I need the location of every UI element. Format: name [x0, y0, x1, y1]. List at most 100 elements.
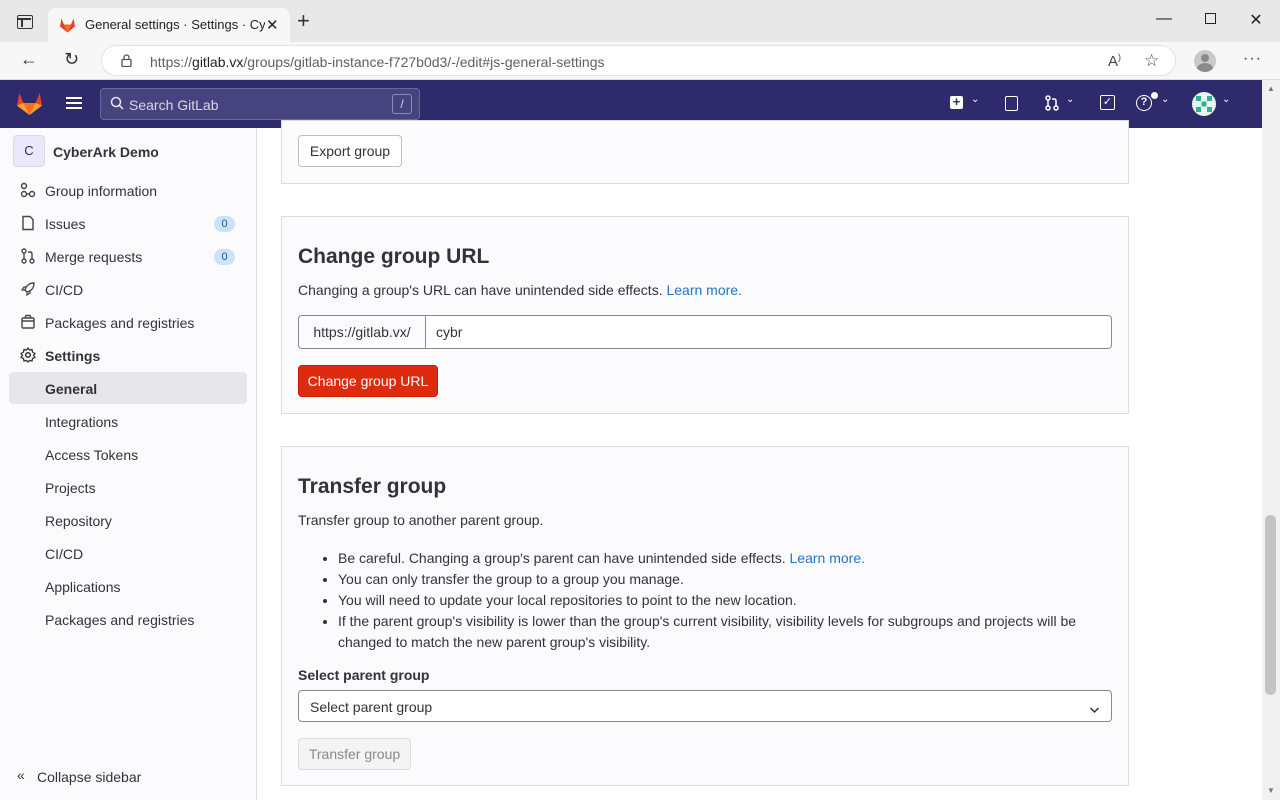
export-group-panel	[281, 120, 1129, 184]
sidebar-item-label: Issues	[45, 216, 86, 232]
sidebar-item-label: CI/CD	[45, 282, 84, 298]
rocket-icon	[20, 281, 36, 297]
new-tab-icon[interactable]: +	[297, 10, 310, 32]
sidebar-subitem-label: CI/CD	[45, 546, 84, 562]
lock-icon[interactable]	[121, 54, 132, 68]
favorites-add-icon[interactable]: ☆	[1144, 51, 1159, 71]
sidebar-item-issues[interactable]: Issues 0	[9, 208, 247, 239]
hamburger-menu-icon[interactable]	[66, 97, 82, 110]
group-path-input[interactable]: cybr	[436, 316, 1106, 348]
chevron-down-icon[interactable]: ⌄	[1066, 94, 1074, 105]
browser-address-bar: ← ↻ https://gitlab.vx/groups/gitlab-inst…	[0, 42, 1280, 80]
change-url-description: Changing a group's URL can have unintend…	[298, 282, 742, 298]
scroll-up-arrow-icon[interactable]: ▲	[1267, 84, 1275, 93]
transfer-group-title: Transfer group	[298, 475, 447, 498]
url-text: https://gitlab.vx/groups/gitlab-instance…	[150, 54, 605, 70]
sidebar-subitem-access-tokens[interactable]: Access Tokens	[9, 439, 247, 470]
browser-menu-icon[interactable]: ···	[1243, 50, 1262, 68]
transfer-group-button[interactable]: Transfer group	[298, 738, 411, 770]
transfer-group-description: Transfer group to another parent group.	[298, 512, 544, 528]
tab-title: General settings · Settings · CyberArk D…	[85, 17, 265, 32]
sidebar-subitem-label: Repository	[45, 513, 112, 529]
back-icon[interactable]: ←	[20, 49, 38, 70]
tab-actions-icon[interactable]	[17, 15, 33, 29]
sidebar-subitem-label: Applications	[45, 579, 121, 595]
sidebar-subitem-label: Packages and registries	[45, 612, 195, 628]
group-url-prefix: https://gitlab.vx/	[299, 316, 426, 348]
help-icon[interactable]: ?	[1136, 95, 1152, 111]
select-parent-group-dropdown[interactable]: Select parent group	[298, 690, 1112, 722]
sidebar-subitem-label: Access Tokens	[45, 447, 139, 463]
chevron-down-icon[interactable]: ⌄	[971, 94, 979, 105]
sidebar-subitem-ci-cd[interactable]: CI/CD	[9, 538, 247, 569]
user-avatar[interactable]	[1192, 92, 1216, 116]
minimize-icon[interactable]: —	[1141, 10, 1187, 28]
package-icon	[20, 314, 36, 330]
sidebar-subitem-label: Integrations	[45, 414, 119, 430]
sidebar-item-label: Group information	[45, 183, 158, 199]
sidebar-item-group-information[interactable]: Group information	[9, 175, 247, 206]
list-item: Be careful. Changing a group's parent ca…	[338, 548, 1118, 569]
sidebar-subitem-label: General	[45, 381, 98, 397]
read-aloud-icon[interactable]: A)	[1108, 52, 1121, 70]
sidebar-subitem-general[interactable]: General	[9, 372, 247, 404]
url-field[interactable]: https://gitlab.vx/groups/gitlab-instance…	[101, 45, 1176, 76]
select-parent-group-label: Select parent group	[298, 667, 430, 683]
collapse-sidebar-button[interactable]: « Collapse sidebar	[0, 760, 256, 792]
sidebar-subitem-packages-registries[interactable]: Packages and registries	[9, 604, 247, 635]
merge-request-icon	[20, 248, 36, 264]
dropdown-value: Select parent group	[310, 699, 433, 715]
tab-close-icon[interactable]: ✕	[266, 16, 279, 34]
chevron-down-icon[interactable]: ⌄	[1161, 94, 1169, 105]
change-group-url-button[interactable]: Change group URL	[298, 365, 438, 397]
left-sidebar: C CyberArk Demo Group information Issues…	[0, 128, 257, 800]
sidebar-item-label: Packages and registries	[45, 315, 195, 331]
search-input[interactable]: Search GitLab /	[100, 88, 420, 120]
list-item: You can only transfer the group to a gro…	[338, 569, 1118, 590]
chevron-down-icon	[1089, 701, 1100, 719]
sidebar-item-label: Settings	[45, 348, 101, 364]
close-window-icon[interactable]: ✕	[1233, 10, 1279, 30]
group-url-input-group: https://gitlab.vx/ cybr	[298, 315, 1112, 349]
browser-titlebar: General settings · Settings · CyberArk D…	[0, 0, 1280, 42]
group-avatar: C	[13, 135, 45, 167]
chevron-down-icon[interactable]: ⌄	[1222, 94, 1230, 105]
merge-requests-count-badge: 0	[214, 249, 235, 265]
issues-count-badge: 0	[214, 216, 235, 232]
reload-icon[interactable]: ↻	[64, 49, 79, 70]
transfer-learn-more-link[interactable]: Learn more.	[790, 550, 865, 566]
issues-icon	[20, 215, 36, 231]
collapse-sidebar-label: Collapse sidebar	[37, 769, 142, 785]
search-placeholder: Search GitLab	[129, 97, 219, 113]
merge-request-icon[interactable]	[1044, 95, 1060, 115]
transfer-warnings-list: Be careful. Changing a group's parent ca…	[338, 548, 1118, 653]
change-url-title: Change group URL	[298, 245, 490, 268]
sidebar-subitem-repository[interactable]: Repository	[9, 505, 247, 536]
create-new-icon[interactable]: +	[950, 95, 963, 109]
search-icon	[110, 96, 124, 115]
profile-avatar-icon[interactable]	[1194, 50, 1216, 72]
scroll-down-arrow-icon[interactable]: ▼	[1267, 786, 1275, 795]
sidebar-item-settings[interactable]: Settings	[9, 340, 247, 371]
sidebar-subitem-projects[interactable]: Projects	[9, 472, 247, 503]
scrollbar-thumb[interactable]	[1265, 515, 1276, 695]
sidebar-item-label: Merge requests	[45, 249, 143, 265]
sidebar-item-packages-registries[interactable]: Packages and registries	[9, 307, 247, 338]
maximize-icon[interactable]	[1187, 10, 1233, 29]
todo-icon[interactable]: ✓	[1100, 95, 1115, 110]
group-context-header[interactable]: C CyberArk Demo	[0, 128, 256, 174]
group-info-icon	[20, 182, 36, 198]
issues-icon[interactable]	[1005, 96, 1018, 111]
export-group-button[interactable]: Export group	[298, 135, 402, 167]
sidebar-item-merge-requests[interactable]: Merge requests 0	[9, 241, 247, 272]
settings-icon	[19, 346, 37, 363]
sidebar-subitem-label: Projects	[45, 480, 96, 496]
list-item: You will need to update your local repos…	[338, 590, 1118, 611]
sidebar-item-ci-cd[interactable]: CI/CD	[9, 274, 247, 305]
browser-tab[interactable]: General settings · Settings · CyberArk D…	[48, 8, 290, 42]
change-url-learn-more-link[interactable]: Learn more.	[666, 282, 741, 298]
sidebar-subitem-applications[interactable]: Applications	[9, 571, 247, 602]
gitlab-logo-icon[interactable]	[16, 91, 43, 121]
collapse-chevrons-icon: «	[17, 767, 25, 783]
sidebar-subitem-integrations[interactable]: Integrations	[9, 406, 247, 437]
